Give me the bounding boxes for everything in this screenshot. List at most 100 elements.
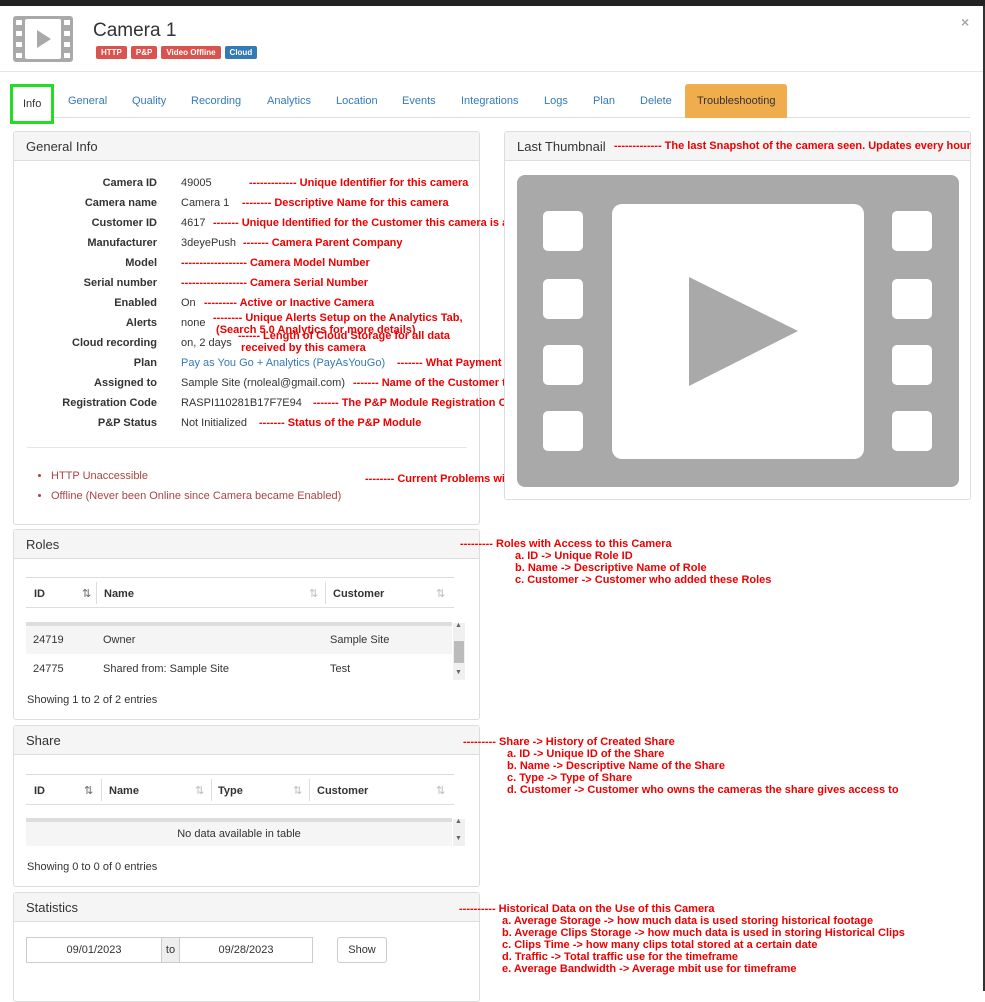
table-row[interactable] (26, 654, 452, 682)
field-label: Cloud recording (72, 337, 157, 349)
divider (27, 447, 467, 448)
share-col-type[interactable]: Type (218, 785, 243, 797)
problem-item: Offline (Never been Online since Camera … (51, 486, 341, 506)
stats-annotation-3: c. Clips Time -> how many clips total st… (502, 939, 818, 951)
field-label: Registration Code (62, 397, 157, 409)
tab-plan[interactable]: Plan (593, 84, 615, 118)
stats-annotation-1: a. Average Storage -> how much data is u… (502, 915, 874, 927)
tab-logs[interactable]: Logs (544, 84, 568, 118)
share-annotation-2: b. Name -> Descriptive Name of the Share (507, 760, 725, 772)
field-annotation: ------- The P&P Module Registration Code (313, 397, 527, 409)
field-value: Camera 1 (181, 197, 230, 209)
share-col-name[interactable]: Name (109, 785, 139, 797)
tab-events[interactable]: Events (402, 84, 436, 118)
problem-item: HTTP Unaccessible (51, 466, 341, 486)
status-badges: HTTP P&P Video Offline Cloud (96, 46, 258, 59)
film-hole (892, 279, 932, 319)
scroll-thumb[interactable] (454, 641, 464, 663)
scroll-down-icon[interactable]: ▼ (455, 669, 462, 676)
tab-troubleshooting[interactable]: Troubleshooting (685, 84, 788, 118)
scroll-down-icon[interactable]: ▼ (455, 835, 462, 842)
statistics-title: Statistics (14, 893, 479, 922)
film-hole (892, 211, 932, 251)
tab-recording[interactable]: Recording (191, 84, 241, 118)
field-value: 49005 (181, 177, 212, 189)
roles-scrollbar[interactable]: ▲ ▼ (453, 622, 465, 680)
date-range-separator: to (161, 937, 180, 963)
stats-annotation-4: d. Traffic -> Total traffic use for the … (502, 951, 739, 963)
stats-annotation-0: ---------- Historical Data on the Use of… (459, 903, 715, 915)
field-label: Enabled (114, 297, 157, 309)
badge-pp: P&P (130, 46, 158, 59)
tab-integrations[interactable]: Integrations (461, 84, 518, 118)
tab-general[interactable]: General (68, 84, 107, 118)
tab-location[interactable]: Location (336, 84, 378, 118)
stats-annotation-5: e. Average Bandwidth -> Average mbit use… (502, 963, 797, 975)
field-value: Not Initialized (181, 417, 248, 429)
empty-table-message: No data available in table (26, 822, 452, 846)
field-annotation: --------- Active or Inactive Camera (204, 297, 375, 309)
field-label: Alerts (125, 317, 157, 329)
field-label: Camera name (84, 197, 157, 209)
role-id: 24719 (33, 634, 64, 646)
field-annotation: ------------------ Camera Serial Number (181, 277, 368, 289)
problems-list: HTTP Unaccessible Offline (Never been On… (51, 466, 341, 506)
role-name: Shared from: Sample Site (103, 663, 229, 675)
roles-panel: Roles ID ⇅ Name ⇅ Customer ⇅ 24719 Owner… (13, 529, 480, 720)
field-annotation: ------------------ Camera Model Number (181, 257, 370, 269)
field-annotation: ------------- Unique Identifier for this… (249, 177, 469, 189)
field-annotation: -------- Descriptive Name for this camer… (242, 197, 449, 209)
badge-video-offline: Video Offline (161, 46, 221, 59)
show-button[interactable]: Show (337, 937, 387, 963)
sort-icon[interactable]: ⇅ (436, 587, 445, 600)
field-label: P&P Status (97, 417, 157, 429)
role-customer: Test (330, 663, 351, 675)
field-value: Sample Site (rnoleal@gmail.com) (181, 377, 346, 389)
sort-asc-icon[interactable]: ⇅ (84, 784, 93, 797)
close-icon[interactable]: × (961, 14, 969, 30)
field-value: RASPI110281B17F7E94 (181, 397, 302, 409)
field-label: Model (125, 257, 157, 269)
statistics-panel: Statistics 09/01/2023 to 09/28/2023 Show (13, 892, 480, 1002)
field-value: Pay as You Go + Analytics (PayAsYouGo) (181, 357, 386, 369)
roles-col-customer[interactable]: Customer (333, 588, 384, 600)
scroll-up-icon[interactable]: ▲ (455, 818, 462, 825)
field-annotation: ------- Camera Parent Company (243, 237, 403, 249)
role-name: Owner (103, 634, 136, 646)
general-info-title: General Info (14, 132, 479, 161)
field-label: Manufacturer (87, 237, 157, 249)
col-divider (101, 779, 102, 801)
col-divider (325, 582, 326, 604)
date-from-input[interactable]: 09/01/2023 (26, 937, 162, 963)
modal-header: Camera 1 HTTP P&P Video Offline Cloud × (0, 6, 983, 72)
sort-icon[interactable]: ⇅ (293, 784, 302, 797)
tab-delete[interactable]: Delete (640, 84, 672, 118)
roles-col-id[interactable]: ID (34, 588, 45, 600)
col-divider (211, 779, 212, 801)
field-annotation: ------- Status of the P&P Module (259, 417, 422, 429)
share-col-customer[interactable]: Customer (317, 785, 368, 797)
field-annotation: ------ Length of Cloud Storage for all d… (238, 330, 451, 354)
tab-quality[interactable]: Quality (132, 84, 166, 118)
film-hole (543, 279, 583, 319)
tab-info[interactable]: Info (10, 84, 55, 124)
sort-asc-icon[interactable]: ⇅ (82, 587, 91, 600)
role-id: 24775 (33, 663, 64, 675)
share-scrollbar[interactable]: ▲ ▼ (453, 818, 465, 846)
share-annotation-0: --------- Share -> History of Created Sh… (463, 736, 675, 748)
film-frame (612, 204, 864, 459)
sort-icon[interactable]: ⇅ (309, 587, 318, 600)
share-annotation-4: d. Customer -> Customer who owns the cam… (507, 784, 899, 796)
tab-analytics[interactable]: Analytics (267, 84, 311, 118)
thumbnail-annotation: ------------- The last Snapshot of the c… (614, 140, 971, 152)
share-panel: Share ID ⇅ Name ⇅ Type ⇅ Customer ⇅ No d… (13, 725, 480, 887)
field-label: Plan (133, 357, 157, 369)
roles-title: Roles (14, 530, 479, 559)
sort-icon[interactable]: ⇅ (195, 784, 204, 797)
roles-col-name[interactable]: Name (104, 588, 134, 600)
share-col-id[interactable]: ID (34, 785, 45, 797)
thumbnail-image (517, 175, 959, 487)
scroll-up-icon[interactable]: ▲ (455, 622, 462, 629)
sort-icon[interactable]: ⇅ (436, 784, 445, 797)
date-to-input[interactable]: 09/28/2023 (179, 937, 313, 963)
